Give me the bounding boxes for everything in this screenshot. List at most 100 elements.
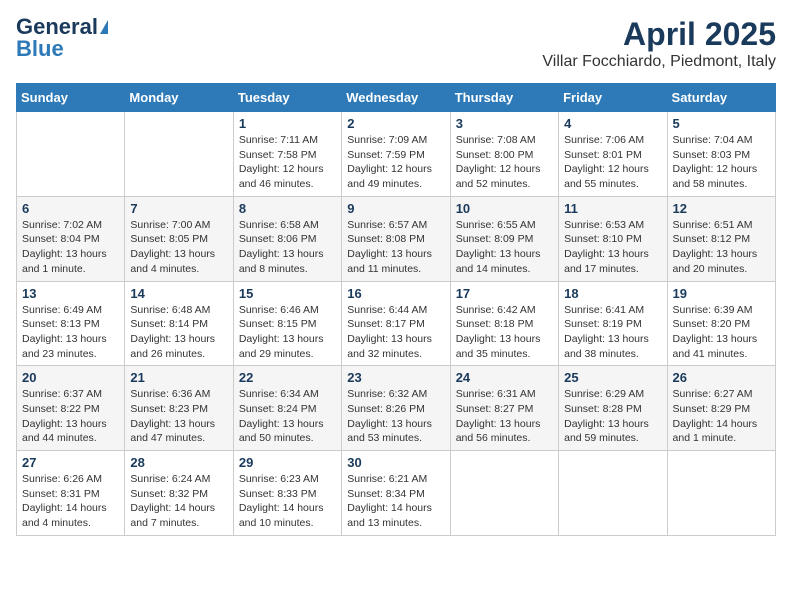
calendar-cell: 9Sunrise: 6:57 AM Sunset: 8:08 PM Daylig… bbox=[342, 196, 450, 281]
calendar-cell: 23 Sunrise: 6:32 AM Sunset: 8:26 PM Dayli… bbox=[342, 366, 450, 451]
day-detail: Sunrise: 6:42 AM Sunset: 8:18 PM Dayligh… bbox=[456, 303, 553, 362]
calendar-cell: 8Sunrise: 6:58 AM Sunset: 8:06 PM Daylig… bbox=[233, 196, 341, 281]
day-number: 21 bbox=[130, 370, 227, 385]
day-number: 18 bbox=[564, 286, 661, 301]
calendar-cell: 18 Sunrise: 6:41 AM Sunset: 8:19 PM Dayli… bbox=[559, 281, 667, 366]
calendar-cell: 21 Sunrise: 6:36 AM Sunset: 8:23 PM Dayli… bbox=[125, 366, 233, 451]
calendar-cell: 17 Sunrise: 6:42 AM Sunset: 8:18 PM Dayli… bbox=[450, 281, 558, 366]
calendar-subtitle: Villar Focchiardo, Piedmont, Italy bbox=[542, 53, 776, 71]
day-number: 15 bbox=[239, 286, 336, 301]
day-header-tuesday: Tuesday bbox=[233, 84, 341, 112]
day-detail: Sunrise: 7:00 AM Sunset: 8:05 PM Dayligh… bbox=[130, 218, 227, 277]
calendar-week-row: 27Sunrise: 6:26 AM Sunset: 8:31 PM Dayli… bbox=[17, 451, 776, 536]
day-number: 25 bbox=[564, 370, 661, 385]
calendar-cell: 13Sunrise: 6:49 AM Sunset: 8:13 PM Dayli… bbox=[17, 281, 125, 366]
calendar-cell: 3 Sunrise: 7:08 AM Sunset: 8:00 PM Daylig… bbox=[450, 112, 558, 197]
calendar-cell: 24 Sunrise: 6:31 AM Sunset: 8:27 PM Dayli… bbox=[450, 366, 558, 451]
day-detail: Sunrise: 7:04 AM Sunset: 8:03 PM Dayligh… bbox=[673, 133, 770, 192]
day-number: 28 bbox=[130, 455, 227, 470]
day-number: 17 bbox=[456, 286, 553, 301]
calendar-cell: 20Sunrise: 6:37 AM Sunset: 8:22 PM Dayli… bbox=[17, 366, 125, 451]
day-header-wednesday: Wednesday bbox=[342, 84, 450, 112]
calendar-cell bbox=[667, 451, 775, 536]
logo: General Blue bbox=[16, 16, 108, 60]
day-number: 2 bbox=[347, 116, 444, 131]
day-number: 5 bbox=[673, 116, 770, 131]
day-detail: Sunrise: 6:34 AM Sunset: 8:24 PM Dayligh… bbox=[239, 387, 336, 446]
calendar-week-row: 20Sunrise: 6:37 AM Sunset: 8:22 PM Dayli… bbox=[17, 366, 776, 451]
day-header-thursday: Thursday bbox=[450, 84, 558, 112]
day-number: 6 bbox=[22, 201, 119, 216]
day-number: 11 bbox=[564, 201, 661, 216]
calendar-cell bbox=[125, 112, 233, 197]
calendar-cell: 15Sunrise: 6:46 AM Sunset: 8:15 PM Dayli… bbox=[233, 281, 341, 366]
day-detail: Sunrise: 7:09 AM Sunset: 7:59 PM Dayligh… bbox=[347, 133, 444, 192]
day-detail: Sunrise: 6:39 AM Sunset: 8:20 PM Dayligh… bbox=[673, 303, 770, 362]
day-number: 12 bbox=[673, 201, 770, 216]
day-number: 30 bbox=[347, 455, 444, 470]
day-detail: Sunrise: 6:27 AM Sunset: 8:29 PM Dayligh… bbox=[673, 387, 770, 446]
calendar-week-row: 6 Sunrise: 7:02 AM Sunset: 8:04 PM Daylig… bbox=[17, 196, 776, 281]
day-detail: Sunrise: 6:23 AM Sunset: 8:33 PM Dayligh… bbox=[239, 472, 336, 531]
day-detail: Sunrise: 6:55 AM Sunset: 8:09 PM Dayligh… bbox=[456, 218, 553, 277]
day-header-friday: Friday bbox=[559, 84, 667, 112]
day-detail: Sunrise: 6:44 AM Sunset: 8:17 PM Dayligh… bbox=[347, 303, 444, 362]
calendar-cell: 11Sunrise: 6:53 AM Sunset: 8:10 PM Dayli… bbox=[559, 196, 667, 281]
day-detail: Sunrise: 6:51 AM Sunset: 8:12 PM Dayligh… bbox=[673, 218, 770, 277]
day-number: 1 bbox=[239, 116, 336, 131]
calendar-cell: 1 Sunrise: 7:11 AM Sunset: 7:58 PM Daylig… bbox=[233, 112, 341, 197]
calendar-cell bbox=[559, 451, 667, 536]
calendar-table: SundayMondayTuesdayWednesdayThursdayFrid… bbox=[16, 83, 776, 536]
day-detail: Sunrise: 6:21 AM Sunset: 8:34 PM Dayligh… bbox=[347, 472, 444, 531]
calendar-week-row: 1 Sunrise: 7:11 AM Sunset: 7:58 PM Daylig… bbox=[17, 112, 776, 197]
day-header-sunday: Sunday bbox=[17, 84, 125, 112]
logo-blue: Blue bbox=[16, 38, 64, 60]
calendar-cell: 27Sunrise: 6:26 AM Sunset: 8:31 PM Dayli… bbox=[17, 451, 125, 536]
day-detail: Sunrise: 6:31 AM Sunset: 8:27 PM Dayligh… bbox=[456, 387, 553, 446]
calendar-cell: 4Sunrise: 7:06 AM Sunset: 8:01 PM Daylig… bbox=[559, 112, 667, 197]
day-number: 22 bbox=[239, 370, 336, 385]
day-detail: Sunrise: 7:08 AM Sunset: 8:00 PM Dayligh… bbox=[456, 133, 553, 192]
logo-triangle-icon bbox=[100, 20, 108, 34]
day-number: 19 bbox=[673, 286, 770, 301]
calendar-cell: 2 Sunrise: 7:09 AM Sunset: 7:59 PM Daylig… bbox=[342, 112, 450, 197]
calendar-cell: 29Sunrise: 6:23 AM Sunset: 8:33 PM Dayli… bbox=[233, 451, 341, 536]
day-number: 10 bbox=[456, 201, 553, 216]
calendar-cell: 7Sunrise: 7:00 AM Sunset: 8:05 PM Daylig… bbox=[125, 196, 233, 281]
day-detail: Sunrise: 6:37 AM Sunset: 8:22 PM Dayligh… bbox=[22, 387, 119, 446]
logo-general: General bbox=[16, 16, 98, 38]
calendar-cell: 19 Sunrise: 6:39 AM Sunset: 8:20 PM Dayli… bbox=[667, 281, 775, 366]
day-number: 3 bbox=[456, 116, 553, 131]
calendar-cell: 5 Sunrise: 7:04 AM Sunset: 8:03 PM Daylig… bbox=[667, 112, 775, 197]
day-detail: Sunrise: 7:02 AM Sunset: 8:04 PM Dayligh… bbox=[22, 218, 119, 277]
calendar-cell: 10 Sunrise: 6:55 AM Sunset: 8:09 PM Dayli… bbox=[450, 196, 558, 281]
day-number: 24 bbox=[456, 370, 553, 385]
calendar-cell: 16 Sunrise: 6:44 AM Sunset: 8:17 PM Dayli… bbox=[342, 281, 450, 366]
day-detail: Sunrise: 7:11 AM Sunset: 7:58 PM Dayligh… bbox=[239, 133, 336, 192]
calendar-title: April 2025 bbox=[542, 16, 776, 53]
day-number: 13 bbox=[22, 286, 119, 301]
day-header-saturday: Saturday bbox=[667, 84, 775, 112]
day-number: 9 bbox=[347, 201, 444, 216]
day-number: 23 bbox=[347, 370, 444, 385]
day-number: 26 bbox=[673, 370, 770, 385]
calendar-cell: 12 Sunrise: 6:51 AM Sunset: 8:12 PM Dayli… bbox=[667, 196, 775, 281]
calendar-cell bbox=[17, 112, 125, 197]
day-detail: Sunrise: 6:32 AM Sunset: 8:26 PM Dayligh… bbox=[347, 387, 444, 446]
calendar-cell: 26 Sunrise: 6:27 AM Sunset: 8:29 PM Dayli… bbox=[667, 366, 775, 451]
day-number: 16 bbox=[347, 286, 444, 301]
calendar-cell: 25 Sunrise: 6:29 AM Sunset: 8:28 PM Dayli… bbox=[559, 366, 667, 451]
page-header: General Blue April 2025 Villar Focchiard… bbox=[16, 16, 776, 71]
calendar-week-row: 13Sunrise: 6:49 AM Sunset: 8:13 PM Dayli… bbox=[17, 281, 776, 366]
day-detail: Sunrise: 6:58 AM Sunset: 8:06 PM Dayligh… bbox=[239, 218, 336, 277]
day-detail: Sunrise: 6:29 AM Sunset: 8:28 PM Dayligh… bbox=[564, 387, 661, 446]
day-number: 27 bbox=[22, 455, 119, 470]
day-detail: Sunrise: 6:24 AM Sunset: 8:32 PM Dayligh… bbox=[130, 472, 227, 531]
calendar-header-row: SundayMondayTuesdayWednesdayThursdayFrid… bbox=[17, 84, 776, 112]
day-detail: Sunrise: 7:06 AM Sunset: 8:01 PM Dayligh… bbox=[564, 133, 661, 192]
calendar-cell: 14Sunrise: 6:48 AM Sunset: 8:14 PM Dayli… bbox=[125, 281, 233, 366]
day-detail: Sunrise: 6:41 AM Sunset: 8:19 PM Dayligh… bbox=[564, 303, 661, 362]
day-detail: Sunrise: 6:36 AM Sunset: 8:23 PM Dayligh… bbox=[130, 387, 227, 446]
title-block: April 2025 Villar Focchiardo, Piedmont, … bbox=[542, 16, 776, 71]
calendar-cell: 30 Sunrise: 6:21 AM Sunset: 8:34 PM Dayli… bbox=[342, 451, 450, 536]
